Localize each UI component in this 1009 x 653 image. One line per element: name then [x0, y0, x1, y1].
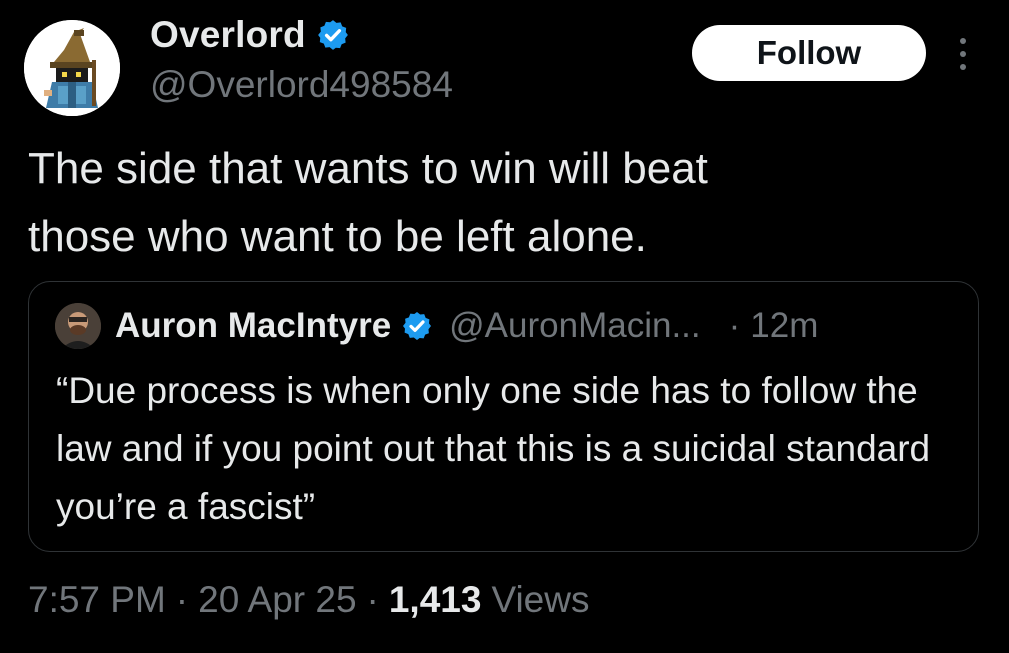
views-count[interactable]: 1,413	[389, 579, 482, 621]
wizard-avatar-image	[24, 20, 120, 116]
separator-dot: ·	[728, 306, 741, 345]
verified-badge-icon	[403, 312, 432, 340]
verified-badge-icon	[317, 20, 348, 50]
tweet-text: The side that wants to win will beat tho…	[28, 144, 708, 261]
follow-button[interactable]: Follow	[692, 25, 926, 81]
more-dot	[960, 51, 966, 57]
author-name-row[interactable]: Overlord	[150, 12, 350, 58]
quoted-author-name[interactable]: Auron MacIntyre	[115, 306, 391, 346]
person-avatar-image	[55, 303, 101, 349]
views-label: Views	[491, 579, 590, 620]
tweet-metadata: 7:57 PM · 20 Apr 25 · 1,413 Views	[28, 574, 589, 626]
tweet-time[interactable]: 7:57 PM	[28, 579, 166, 621]
quoted-author-handle[interactable]: @AuronMacin...	[449, 306, 700, 346]
more-dot	[960, 64, 966, 70]
more-options-icon[interactable]	[948, 36, 978, 72]
author-display-name[interactable]: Overlord	[150, 14, 306, 56]
quoted-tweet-header: Auron MacIntyre @AuronMacin... · 12m	[115, 300, 818, 352]
more-dot	[960, 38, 966, 44]
author-handle[interactable]: @Overlord498584	[150, 64, 453, 106]
quoted-tweet-card[interactable]: Auron MacIntyre @AuronMacin... · 12m “Du…	[28, 281, 979, 552]
tweet-date[interactable]: 20 Apr 25	[198, 579, 356, 621]
quoted-author-avatar[interactable]	[55, 303, 101, 349]
quoted-tweet-time[interactable]: 12m	[750, 306, 818, 346]
separator-dot: ·	[366, 579, 379, 620]
separator-dot: ·	[175, 579, 189, 620]
author-avatar[interactable]	[24, 20, 120, 116]
quoted-tweet-text: “Due process is when only one side has t…	[56, 370, 931, 527]
